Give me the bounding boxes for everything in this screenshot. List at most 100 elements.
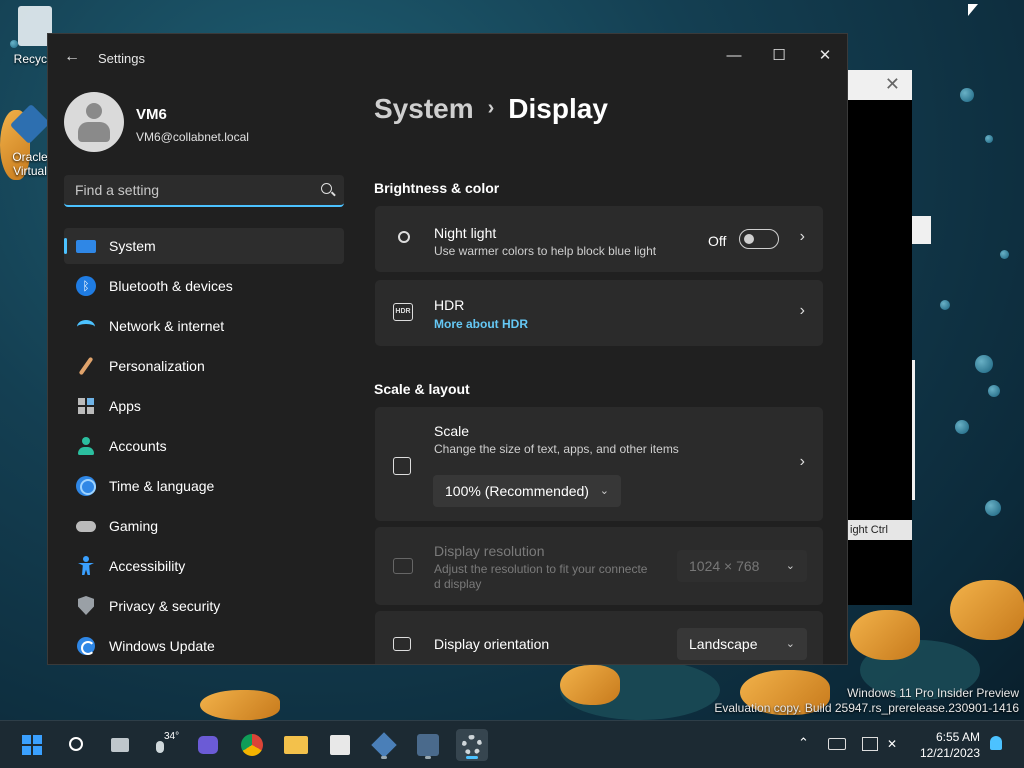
- resolution-title: Display resolution: [434, 543, 545, 559]
- weather-icon: [156, 741, 164, 753]
- section-heading-scale-layout: Scale & layout: [374, 381, 470, 397]
- taskbar-search-button[interactable]: [60, 729, 92, 761]
- start-button[interactable]: [16, 729, 48, 761]
- background-window-close-icon[interactable]: ✕: [885, 74, 900, 94]
- night-light-subtitle: Use warmer colors to help block blue lig…: [434, 244, 657, 258]
- sidebar-item-time-language[interactable]: Time & language: [64, 468, 344, 504]
- hdr-card[interactable]: HDR HDR More about HDR ›: [375, 280, 823, 346]
- sidebar-item-accessibility[interactable]: Accessibility: [64, 548, 344, 584]
- clock-time: 6:55 AM: [935, 730, 980, 744]
- sidebar-item-system[interactable]: System: [64, 228, 344, 264]
- sidebar-item-network[interactable]: Network & internet: [64, 308, 344, 344]
- avatar-body: [78, 122, 110, 142]
- taskbar-clock[interactable]: 6:55 AM 12/21/2023: [920, 729, 980, 761]
- taskbar-app-file-explorer[interactable]: [280, 729, 312, 761]
- chevron-right-icon[interactable]: ›: [800, 228, 805, 246]
- running-indicator: [381, 756, 387, 759]
- windows-logo-icon: [22, 735, 42, 755]
- hdr-icon: HDR: [393, 303, 413, 321]
- user-email: VM6@collabnet.local: [136, 130, 249, 144]
- nav-list: System ᛒ Bluetooth & devices Network & i…: [64, 228, 344, 664]
- sidebar-item-gaming[interactable]: Gaming: [64, 508, 344, 544]
- sidebar-item-bluetooth[interactable]: ᛒ Bluetooth & devices: [64, 268, 344, 304]
- close-button[interactable]: ✕: [807, 42, 843, 70]
- night-light-card[interactable]: Night light Use warmer colors to help bl…: [375, 206, 823, 272]
- scale-value: 100% (Recommended): [445, 483, 589, 499]
- show-hidden-icons-chevron-up-icon[interactable]: ⌃: [798, 735, 809, 768]
- sidebar-item-personalization[interactable]: Personalization: [64, 348, 344, 384]
- background-window-status: ight Ctrl: [848, 520, 912, 540]
- globe-clock-icon: [76, 476, 96, 496]
- sidebar-item-windows-update[interactable]: Windows Update: [64, 628, 344, 664]
- shield-icon: [76, 596, 96, 616]
- scale-subtitle: Change the size of text, apps, and other…: [434, 442, 679, 456]
- orientation-card[interactable]: Display orientation Landscape ⌄: [375, 611, 823, 664]
- background-window: ✕ ight Ctrl: [848, 70, 912, 605]
- brush-icon: [76, 356, 96, 376]
- back-arrow-icon[interactable]: ←: [64, 48, 80, 66]
- search-icon[interactable]: [321, 183, 332, 194]
- virtualbox-icon: [9, 103, 51, 145]
- window-title: Settings: [98, 51, 145, 66]
- wifi-icon: [76, 316, 96, 336]
- sidebar-item-label: Bluetooth & devices: [109, 278, 233, 294]
- hdr-more-link[interactable]: More about HDR: [434, 317, 528, 331]
- sidebar-item-label: Network & internet: [109, 318, 225, 334]
- avatar: [64, 92, 124, 152]
- search-icon: [69, 737, 83, 751]
- person-icon: [76, 436, 96, 456]
- task-view-icon: [111, 738, 129, 752]
- breadcrumb-parent[interactable]: System: [374, 93, 474, 124]
- search-input[interactable]: [64, 175, 304, 205]
- taskbar-app-chrome[interactable]: [236, 729, 268, 761]
- notification-bell-icon[interactable]: [990, 736, 1002, 750]
- maximize-button[interactable]: ☐: [761, 42, 797, 70]
- search-box[interactable]: [64, 175, 344, 207]
- chrome-icon: [241, 734, 263, 756]
- main-content: System › Display Brightness & color Night …: [374, 82, 847, 664]
- sidebar-item-label: Windows Update: [109, 638, 215, 654]
- scale-title: Scale: [434, 423, 470, 439]
- folder-icon: [284, 736, 308, 754]
- avatar-head: [86, 103, 102, 119]
- user-name: VM6: [136, 106, 167, 123]
- taskbar-app-store[interactable]: [324, 729, 356, 761]
- task-view-button[interactable]: [104, 729, 136, 761]
- volume-muted-icon[interactable]: ✕: [887, 737, 897, 768]
- taskbar-app-virtual-machine[interactable]: [412, 729, 444, 761]
- desktop-icon-label: Oracle Virtual: [12, 150, 48, 178]
- network-icon[interactable]: [828, 738, 846, 750]
- page-title: Display: [508, 93, 608, 124]
- night-light-title: Night light: [434, 225, 497, 241]
- taskbar-app-meet[interactable]: [192, 729, 224, 761]
- chevron-right-icon[interactable]: ›: [800, 453, 805, 471]
- sidebar-item-apps[interactable]: Apps: [64, 388, 344, 424]
- scale-dropdown[interactable]: 100% (Recommended) ⌄: [433, 475, 621, 507]
- sun-icon: [398, 231, 410, 243]
- app-icon: [417, 734, 439, 756]
- taskbar-app-settings[interactable]: [456, 729, 488, 761]
- weather-widget[interactable]: 34°: [148, 729, 180, 761]
- taskbar-app-virtualbox[interactable]: [368, 729, 400, 761]
- running-indicator: [466, 756, 478, 759]
- minimize-button[interactable]: —: [716, 42, 752, 70]
- settings-icon: [462, 735, 482, 755]
- scale-card[interactable]: Scale Change the size of text, apps, and…: [375, 407, 823, 521]
- system-icon: [76, 239, 96, 253]
- chevron-right-icon[interactable]: ›: [800, 302, 805, 320]
- virtualbox-icon: [371, 732, 397, 758]
- sidebar-item-accounts[interactable]: Accounts: [64, 428, 344, 464]
- weather-temp: 34°: [164, 731, 180, 742]
- display-icon[interactable]: [862, 737, 878, 751]
- meet-icon: [198, 736, 218, 754]
- section-heading-brightness: Brightness & color: [374, 180, 500, 196]
- orientation-dropdown[interactable]: Landscape ⌄: [677, 628, 807, 660]
- resolution-icon: [393, 558, 413, 574]
- mouse-cursor-icon: [968, 4, 978, 16]
- resolution-card: Display resolution Adjust the resolution…: [375, 527, 823, 605]
- taskbar: 34° ⌃ ✕ 6:55 AM 12/21/2023: [0, 720, 1024, 768]
- sidebar-item-privacy[interactable]: Privacy & security: [64, 588, 344, 624]
- night-light-toggle[interactable]: [739, 229, 779, 249]
- sidebar-item-label: Time & language: [109, 478, 215, 494]
- hdr-title: HDR: [434, 297, 465, 313]
